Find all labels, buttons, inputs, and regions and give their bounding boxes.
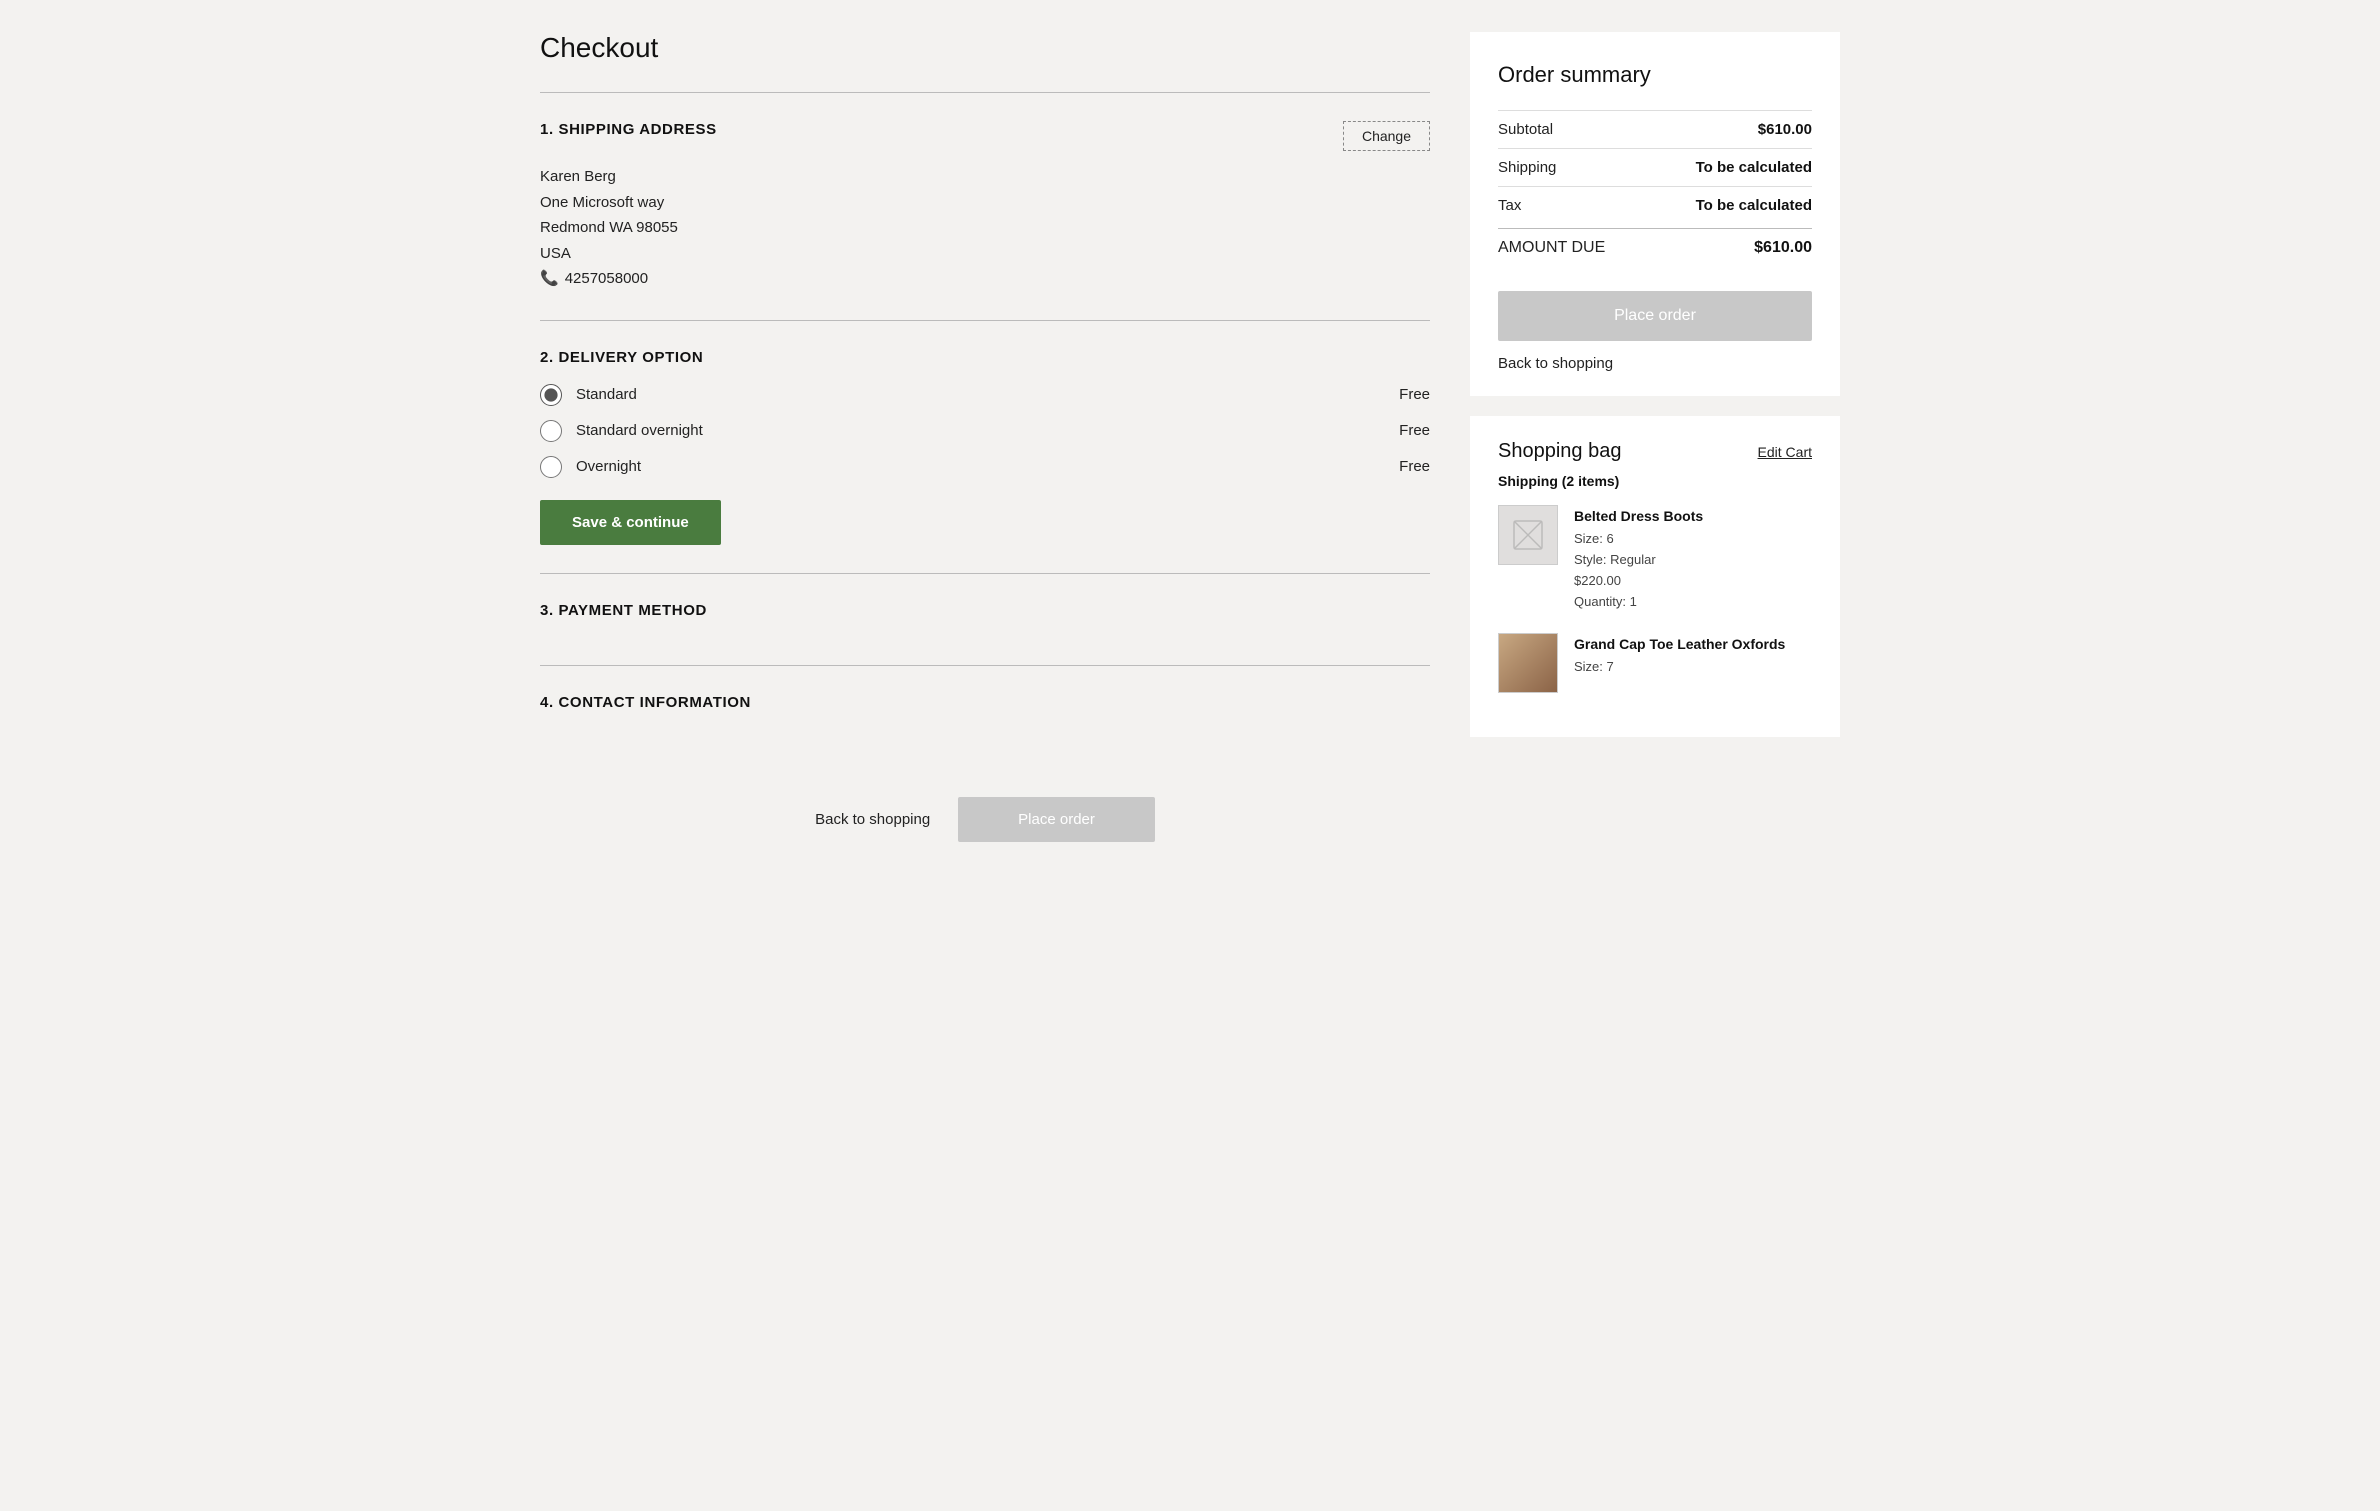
item1-name: Belted Dress Boots: [1574, 505, 1703, 527]
order-summary-card: Order summary Subtotal $610.00 Shipping …: [1470, 32, 1840, 396]
contact-information-section: 4. CONTACT INFORMATION: [540, 665, 1430, 757]
item1-size: Size: 6: [1574, 529, 1703, 550]
item2-image: [1498, 633, 1558, 693]
address-line2: Redmond WA 98055: [540, 215, 1430, 241]
summary-row-amount-due: AMOUNT DUE $610.00: [1498, 228, 1812, 267]
summary-row-subtotal: Subtotal $610.00: [1498, 110, 1812, 148]
subtotal-label: Subtotal: [1498, 121, 1553, 138]
shipping-label: Shipping: [1498, 159, 1556, 176]
delivery-option-standard: Standard Free: [540, 384, 1430, 406]
item2-size: Size: 7: [1574, 657, 1785, 678]
phone-icon: 📞: [540, 266, 559, 292]
edit-cart-link[interactable]: Edit Cart: [1758, 444, 1812, 460]
delivery-option-section: 2. DELIVERY OPTION Standard Free Standar…: [540, 320, 1430, 573]
summary-row-tax: Tax To be calculated: [1498, 186, 1812, 224]
order-summary-title: Order summary: [1498, 62, 1812, 88]
tax-value: To be calculated: [1696, 197, 1812, 214]
shipping-address-section: 1. SHIPPING ADDRESS Change Karen Berg On…: [540, 92, 1430, 320]
shopping-bag-header: Shopping bag Edit Cart: [1498, 440, 1812, 463]
payment-section-title: 3. PAYMENT METHOD: [540, 602, 1430, 619]
standard-overnight-label[interactable]: Standard overnight: [576, 422, 1385, 439]
delivery-option-overnight: Overnight Free: [540, 456, 1430, 478]
payment-method-section: 3. PAYMENT METHOD: [540, 573, 1430, 665]
amount-due-label: AMOUNT DUE: [1498, 239, 1605, 257]
delivery-option-standard-overnight: Standard overnight Free: [540, 420, 1430, 442]
summary-row-shipping: Shipping To be calculated: [1498, 148, 1812, 186]
page-title: Checkout: [540, 32, 1430, 64]
back-to-shopping-button-bottom[interactable]: Back to shopping: [815, 811, 930, 828]
standard-overnight-radio[interactable]: [540, 420, 562, 442]
change-address-button[interactable]: Change: [1343, 121, 1430, 151]
address-country: USA: [540, 241, 1430, 267]
delivery-section-title: 2. DELIVERY OPTION: [540, 349, 1430, 366]
item2-details: Grand Cap Toe Leather Oxfords Size: 7: [1574, 633, 1785, 678]
shopping-bag-title: Shopping bag: [1498, 440, 1621, 463]
place-order-button-bottom[interactable]: Place order: [958, 797, 1155, 842]
shipping-section-title: 1. SHIPPING ADDRESS: [540, 121, 717, 138]
tax-label: Tax: [1498, 197, 1521, 214]
address-phone: 📞 4257058000: [540, 266, 1430, 292]
item2-name: Grand Cap Toe Leather Oxfords: [1574, 633, 1785, 655]
overnight-radio[interactable]: [540, 456, 562, 478]
delivery-options-list: Standard Free Standard overnight Free Ov…: [540, 384, 1430, 478]
standard-price: Free: [1399, 386, 1430, 403]
bag-items-label: Shipping (2 items): [1498, 473, 1812, 489]
shopping-bag-card: Shopping bag Edit Cart Shipping (2 items…: [1470, 416, 1840, 737]
list-item: Grand Cap Toe Leather Oxfords Size: 7: [1498, 633, 1812, 693]
back-to-shopping-button-sidebar[interactable]: Back to shopping: [1498, 355, 1613, 372]
contact-section-title: 4. CONTACT INFORMATION: [540, 694, 1430, 711]
bottom-actions: Back to shopping Place order: [540, 797, 1430, 842]
item1-price: $220.00: [1574, 571, 1703, 592]
address-line1: One Microsoft way: [540, 190, 1430, 216]
sidebar: Order summary Subtotal $610.00 Shipping …: [1470, 32, 1840, 737]
item1-style: Style: Regular: [1574, 550, 1703, 571]
address-name: Karen Berg: [540, 164, 1430, 190]
item1-image: [1498, 505, 1558, 565]
item1-quantity: Quantity: 1: [1574, 592, 1703, 613]
overnight-label[interactable]: Overnight: [576, 458, 1385, 475]
standard-overnight-price: Free: [1399, 422, 1430, 439]
place-order-button[interactable]: Place order: [1498, 291, 1812, 341]
standard-label[interactable]: Standard: [576, 386, 1385, 403]
save-continue-button[interactable]: Save & continue: [540, 500, 721, 545]
address-block: Karen Berg One Microsoft way Redmond WA …: [540, 164, 1430, 292]
overnight-price: Free: [1399, 458, 1430, 475]
standard-radio[interactable]: [540, 384, 562, 406]
list-item: Belted Dress Boots Size: 6 Style: Regula…: [1498, 505, 1812, 613]
amount-due-value: $610.00: [1754, 239, 1812, 257]
subtotal-value: $610.00: [1758, 121, 1812, 138]
item1-details: Belted Dress Boots Size: 6 Style: Regula…: [1574, 505, 1703, 613]
shipping-value: To be calculated: [1696, 159, 1812, 176]
